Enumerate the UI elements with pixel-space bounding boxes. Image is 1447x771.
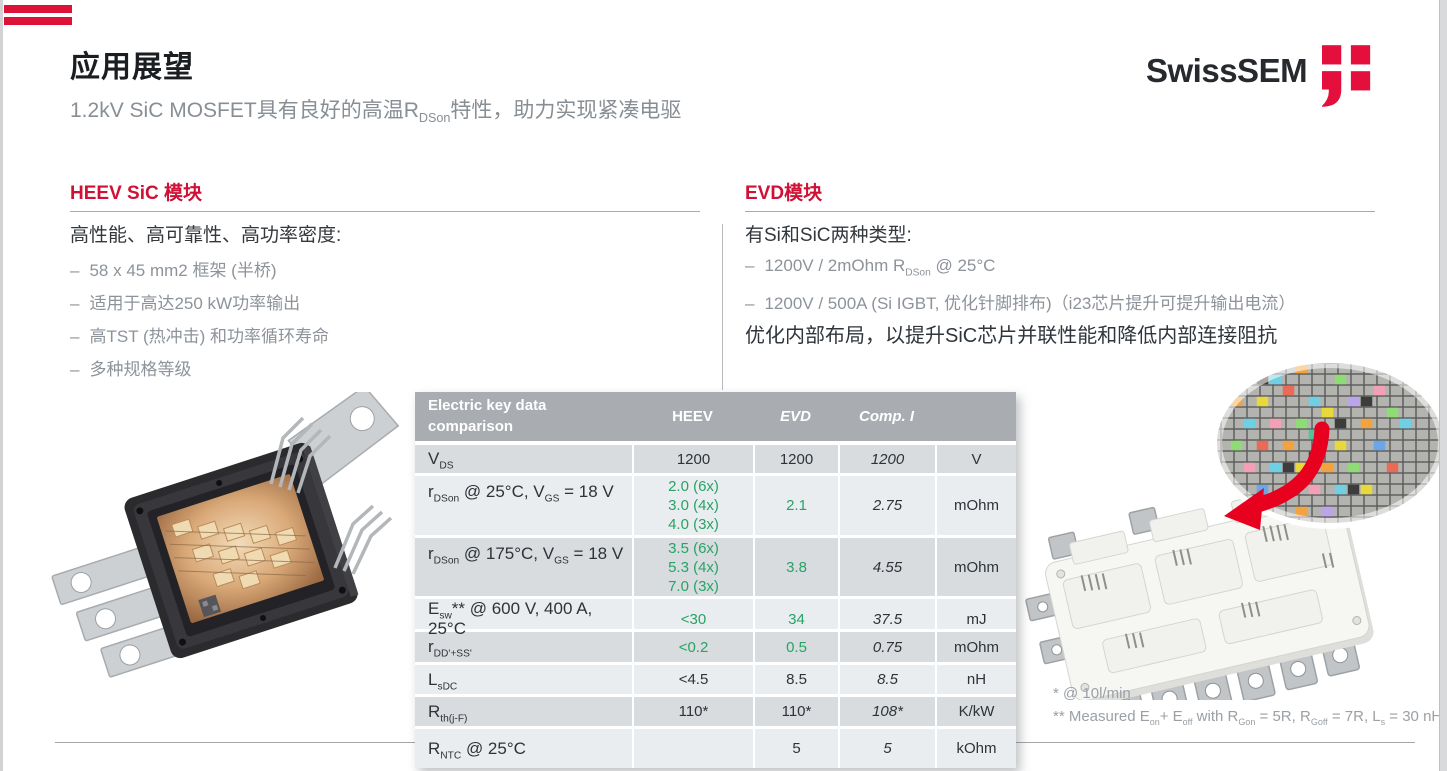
- table-header-row: Electric key data comparison HEEV EVD Co…: [415, 392, 1016, 441]
- table-row: Rth(j-F) 110* 110* 108* K/kW: [415, 697, 1016, 726]
- logo-mark-icon: [1322, 45, 1374, 107]
- page-subtitle: 1.2kV SiC MOSFET具有良好的高温RDSon特性，助力实现紧凑电驱: [70, 94, 681, 124]
- table-title: Electric key data comparison: [415, 392, 632, 441]
- footnote-1: * @ 10l/min: [1053, 682, 1442, 705]
- column-header-comp: Comp. I: [838, 392, 935, 441]
- cell-parameter: rDSon @ 25°C, VGS = 18 V: [415, 476, 632, 535]
- cell-heev: 1200: [632, 445, 753, 473]
- cell-unit: kOhm: [935, 729, 1016, 768]
- cell-parameter: RNTC @ 25°C: [415, 729, 632, 768]
- cell-heev: 110*: [632, 697, 753, 726]
- cell-unit: nH: [935, 665, 1016, 694]
- bullet-dash: –: [70, 327, 79, 346]
- cell-heev: [632, 729, 753, 768]
- bullet-item: –58 x 45 mm2 框架 (半桥): [70, 256, 277, 281]
- column-header-evd: EVD: [753, 392, 838, 441]
- bullet-dash: –: [745, 256, 754, 275]
- cell-unit: mOhm: [935, 538, 1016, 596]
- bullet-dash: –: [70, 261, 79, 280]
- cell-parameter: VDS: [415, 445, 632, 473]
- section-underline: [70, 211, 700, 212]
- cell-unit: V: [935, 445, 1016, 473]
- table-row: VDS 1200 1200 1200 V: [415, 445, 1016, 473]
- cell-evd: 110*: [753, 697, 838, 726]
- heev-module-photo: [35, 392, 420, 714]
- evd-module-photo: [1000, 363, 1447, 700]
- cell-parameter: rDD'+SS': [415, 632, 632, 662]
- brand-bar: [4, 5, 72, 13]
- lead-text: 有Si和SiC两种类型:: [745, 220, 912, 247]
- cell-heev: <4.5: [632, 665, 753, 694]
- table-row: rDSon @ 175°C, VGS = 18 V 3.5 (6x) 5.3 (…: [415, 538, 1016, 596]
- comparison-table: Electric key data comparison HEEV EVD Co…: [415, 392, 1016, 768]
- cell-comp: 8.5: [838, 665, 935, 694]
- footnotes: * @ 10l/min ** Measured Eon+ Eoff with R…: [1053, 682, 1442, 728]
- table-row: Esw** @ 600 V, 400 A, 25°C <30 34 37.5 m…: [415, 599, 1016, 629]
- cell-evd: 3.8: [753, 538, 838, 596]
- window-edge-left: [0, 0, 3, 771]
- bullet-dash: –: [70, 294, 79, 313]
- section-heev: HEEV SiC 模块 高性能、高可靠性、高功率密度: –58 x 45 mm2…: [70, 176, 700, 391]
- brand-bar: [4, 17, 72, 25]
- cell-unit: mOhm: [935, 632, 1016, 662]
- column-header-unit: [935, 392, 1016, 441]
- cell-evd: 8.5: [753, 665, 838, 694]
- bullet-item: –1200V / 500A (Si IGBT, 优化针脚排布)（i23芯片提升可…: [745, 289, 1295, 314]
- logo-text: SwissSEM: [1146, 52, 1307, 90]
- cell-parameter: Rth(j-F): [415, 697, 632, 726]
- cell-comp: 5: [838, 729, 935, 768]
- bullet-item: –多种规格等级: [70, 355, 191, 380]
- cell-unit: mOhm: [935, 476, 1016, 535]
- table-row: RNTC @ 25°C 5 5 kOhm: [415, 729, 1016, 768]
- bullet-dash: –: [745, 294, 754, 313]
- table-row: rDSon @ 25°C, VGS = 18 V 2.0 (6x) 3.0 (4…: [415, 476, 1016, 535]
- cell-parameter: LsDC: [415, 665, 632, 694]
- lead-text: 高性能、高可靠性、高功率密度:: [70, 220, 341, 247]
- section-evd: EVD模块 有Si和SiC两种类型: –1200V / 2mOhm RDSon …: [745, 176, 1375, 391]
- cell-comp: 1200: [838, 445, 935, 473]
- table-row: LsDC <4.5 8.5 8.5 nH: [415, 665, 1016, 694]
- footnote-2: ** Measured Eon+ Eoff with RGon = 5R, RG…: [1053, 705, 1442, 728]
- section-heading-heev: HEEV SiC 模块: [70, 178, 202, 205]
- column-header-heev: HEEV: [632, 392, 753, 441]
- cell-evd: 1200: [753, 445, 838, 473]
- cell-heev: 2.0 (6x) 3.0 (4x) 4.0 (3x): [632, 476, 753, 535]
- cell-heev: <0.2: [632, 632, 753, 662]
- cell-comp: 4.55: [838, 538, 935, 596]
- cell-comp: 2.75: [838, 476, 935, 535]
- section-underline: [745, 211, 1375, 212]
- cell-comp: 0.75: [838, 632, 935, 662]
- cell-unit: K/kW: [935, 697, 1016, 726]
- cell-evd: 5: [753, 729, 838, 768]
- bullet-item: –适用于高达250 kW功率输出: [70, 289, 300, 314]
- page-title: 应用展望: [70, 42, 194, 86]
- section-divider: [722, 224, 723, 390]
- cell-evd: 2.1: [753, 476, 838, 535]
- swisssem-logo: SwissSEM: [1146, 45, 1374, 107]
- bullet-dash: –: [70, 360, 79, 379]
- cell-comp: 108*: [838, 697, 935, 726]
- table-row: rDD'+SS' <0.2 0.5 0.75 mOhm: [415, 632, 1016, 662]
- emphasis-text: 优化内部布局，以提升SiC芯片并联性能和降低内部连接阻抗: [745, 319, 1277, 348]
- slide: 应用展望 1.2kV SiC MOSFET具有良好的高温RDSon特性，助力实现…: [0, 0, 1447, 771]
- bullet-item: –高TST (热冲击) 和功率循环寿命: [70, 322, 329, 347]
- cell-heev: 3.5 (6x) 5.3 (4x) 7.0 (3x): [632, 538, 753, 596]
- cell-parameter: rDSon @ 175°C, VGS = 18 V: [415, 538, 632, 596]
- window-edge-right: [1439, 0, 1447, 771]
- section-heading-evd: EVD模块: [745, 178, 822, 205]
- cell-evd: 0.5: [753, 632, 838, 662]
- bullet-item: –1200V / 2mOhm RDSon @ 25°C: [745, 256, 995, 276]
